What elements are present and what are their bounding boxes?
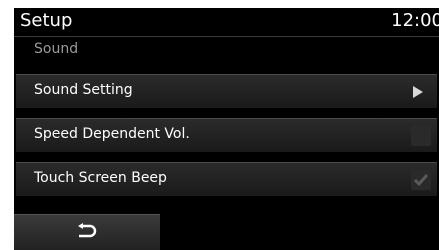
back-arrow-icon: [76, 223, 98, 241]
sound-setting-row[interactable]: Sound Setting: [16, 74, 437, 108]
setup-screen: Setup 12:00 Sound Sound Setting Speed De…: [14, 8, 439, 250]
speed-dependent-vol-row[interactable]: Speed Dependent Vol.: [16, 118, 437, 152]
section-label: Sound: [34, 41, 79, 57]
page-title: Setup: [20, 10, 73, 31]
row-label: Touch Screen Beep: [34, 170, 167, 186]
back-button[interactable]: [14, 214, 160, 250]
row-label: Speed Dependent Vol.: [34, 126, 190, 142]
arrow-right-icon: [413, 86, 423, 98]
row-label: Sound Setting: [34, 82, 133, 98]
checkbox-unchecked-icon[interactable]: [411, 126, 431, 146]
header-bar: Setup 12:00: [14, 8, 439, 37]
touch-screen-beep-row[interactable]: Touch Screen Beep: [16, 162, 437, 196]
checkbox-checked-icon[interactable]: [411, 170, 431, 190]
clock-display: 12:00: [391, 10, 439, 31]
